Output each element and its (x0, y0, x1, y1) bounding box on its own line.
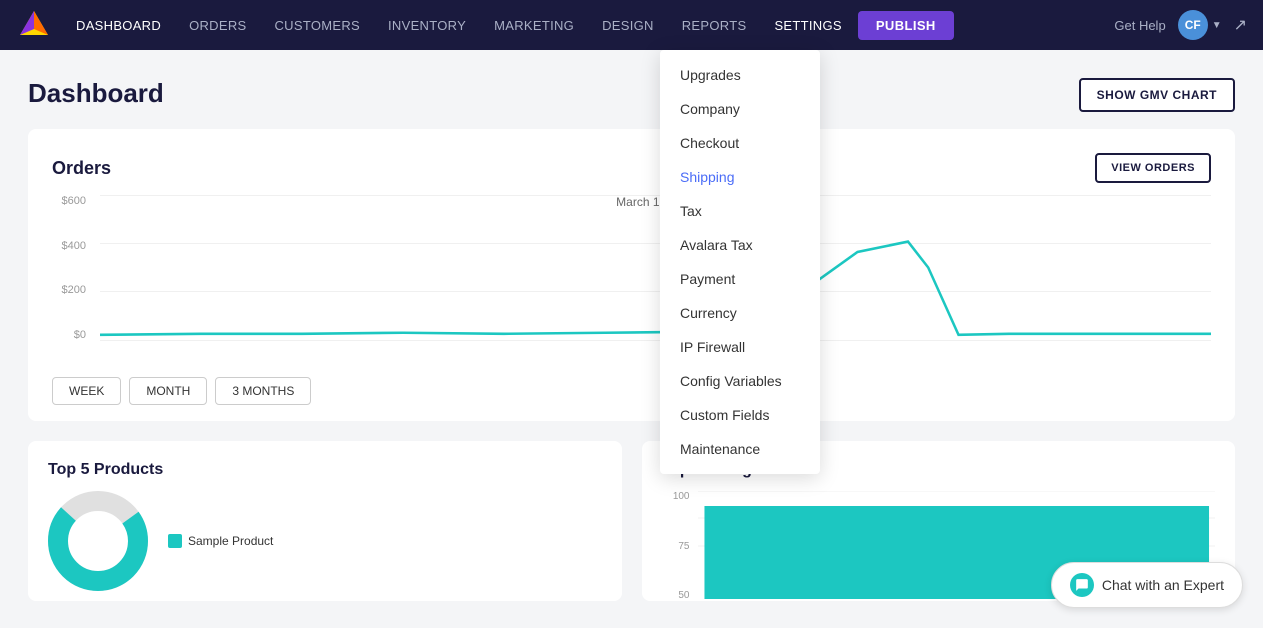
dropdown-item-custom-fields[interactable]: Custom Fields (660, 398, 820, 432)
y-label-600: $600 (62, 195, 86, 207)
orders-card-title: Orders (52, 158, 111, 179)
legend-label-sample-product: Sample Product (188, 534, 273, 548)
dropdown-item-upgrades[interactable]: Upgrades (660, 58, 820, 92)
dropdown-item-config-variables[interactable]: Config Variables (660, 364, 820, 398)
legend: Sample Product (168, 534, 273, 548)
dropdown-item-tax[interactable]: Tax (660, 194, 820, 228)
dropdown-item-ip-firewall[interactable]: IP Firewall (660, 330, 820, 364)
donut-chart (48, 491, 148, 591)
bar-y-label-75: 75 (662, 541, 694, 552)
nav-item-settings[interactable]: SETTINGS (762, 12, 853, 39)
nav-item-marketing[interactable]: MARKETING (482, 12, 586, 39)
legend-item-sample-product: Sample Product (168, 534, 273, 548)
dropdown-item-checkout[interactable]: Checkout (660, 126, 820, 160)
avatar-button[interactable]: CF ▼ (1178, 10, 1222, 40)
avatar: CF (1178, 10, 1208, 40)
chat-label: Chat with an Expert (1102, 577, 1224, 593)
orders-card: Orders VIEW ORDERS $600 $400 $200 $0 Mar… (28, 129, 1235, 421)
orders-line-chart (100, 195, 1211, 340)
view-orders-button[interactable]: VIEW ORDERS (1095, 153, 1211, 183)
show-gmv-button[interactable]: SHOW GMV CHART (1079, 78, 1235, 112)
chart-y-labels: $600 $400 $200 $0 (52, 195, 92, 341)
bar-y-labels: 100 75 50 (662, 491, 694, 601)
dropdown-item-maintenance[interactable]: Maintenance (660, 432, 820, 466)
top5-products-card: Top 5 Products Sample Product (28, 441, 622, 601)
period-buttons: WEEK MONTH 3 MONTHS (52, 377, 1211, 405)
chevron-down-icon: ▼ (1212, 20, 1222, 31)
settings-dropdown: Upgrades Company Checkout Shipping Tax A… (660, 50, 820, 474)
get-help-link[interactable]: Get Help (1114, 18, 1165, 33)
period-3months-button[interactable]: 3 MONTHS (215, 377, 311, 405)
top-nav: DASHBOARD ORDERS CUSTOMERS INVENTORY MAR… (0, 0, 1263, 50)
external-link-icon[interactable]: ↗ (1234, 15, 1247, 35)
top5-products-title: Top 5 Products (48, 461, 602, 479)
dropdown-item-company[interactable]: Company (660, 92, 820, 126)
chat-with-expert-button[interactable]: Chat with an Expert (1051, 562, 1243, 608)
nav-item-orders[interactable]: ORDERS (177, 12, 258, 39)
y-label-200: $200 (62, 284, 86, 296)
y-label-0: $0 (74, 329, 86, 341)
dropdown-item-currency[interactable]: Currency (660, 296, 820, 330)
nav-right: Get Help CF ▼ ↗ (1114, 10, 1247, 40)
publish-button[interactable]: PUBLISH (858, 11, 954, 40)
page-title: Dashboard (28, 78, 1235, 109)
orders-chart-area: $600 $400 $200 $0 March 18 - Apr (52, 195, 1211, 365)
nav-item-reports[interactable]: REPORTS (670, 12, 759, 39)
donut-area: Sample Product (48, 491, 602, 591)
bar-y-label-100: 100 (662, 491, 694, 502)
nav-item-design[interactable]: DESIGN (590, 12, 666, 39)
logo-icon (16, 7, 52, 43)
page-content: Dashboard SHOW GMV CHART Orders VIEW ORD… (0, 50, 1263, 601)
orders-chart-plot: March 18 - Apr (100, 195, 1211, 341)
bar-y-label-50: 50 (662, 590, 694, 601)
chat-icon (1070, 573, 1094, 597)
nav-item-inventory[interactable]: INVENTORY (376, 12, 478, 39)
orders-card-header: Orders VIEW ORDERS (52, 153, 1211, 183)
period-week-button[interactable]: WEEK (52, 377, 121, 405)
dropdown-item-shipping[interactable]: Shipping (660, 160, 820, 194)
nav-item-dashboard[interactable]: DASHBOARD (64, 12, 173, 39)
dropdown-item-avalara-tax[interactable]: Avalara Tax (660, 228, 820, 262)
y-label-400: $400 (62, 240, 86, 252)
legend-color-sample-product (168, 534, 182, 548)
dropdown-item-payment[interactable]: Payment (660, 262, 820, 296)
nav-item-customers[interactable]: CUSTOMERS (262, 12, 372, 39)
period-month-button[interactable]: MONTH (129, 377, 207, 405)
